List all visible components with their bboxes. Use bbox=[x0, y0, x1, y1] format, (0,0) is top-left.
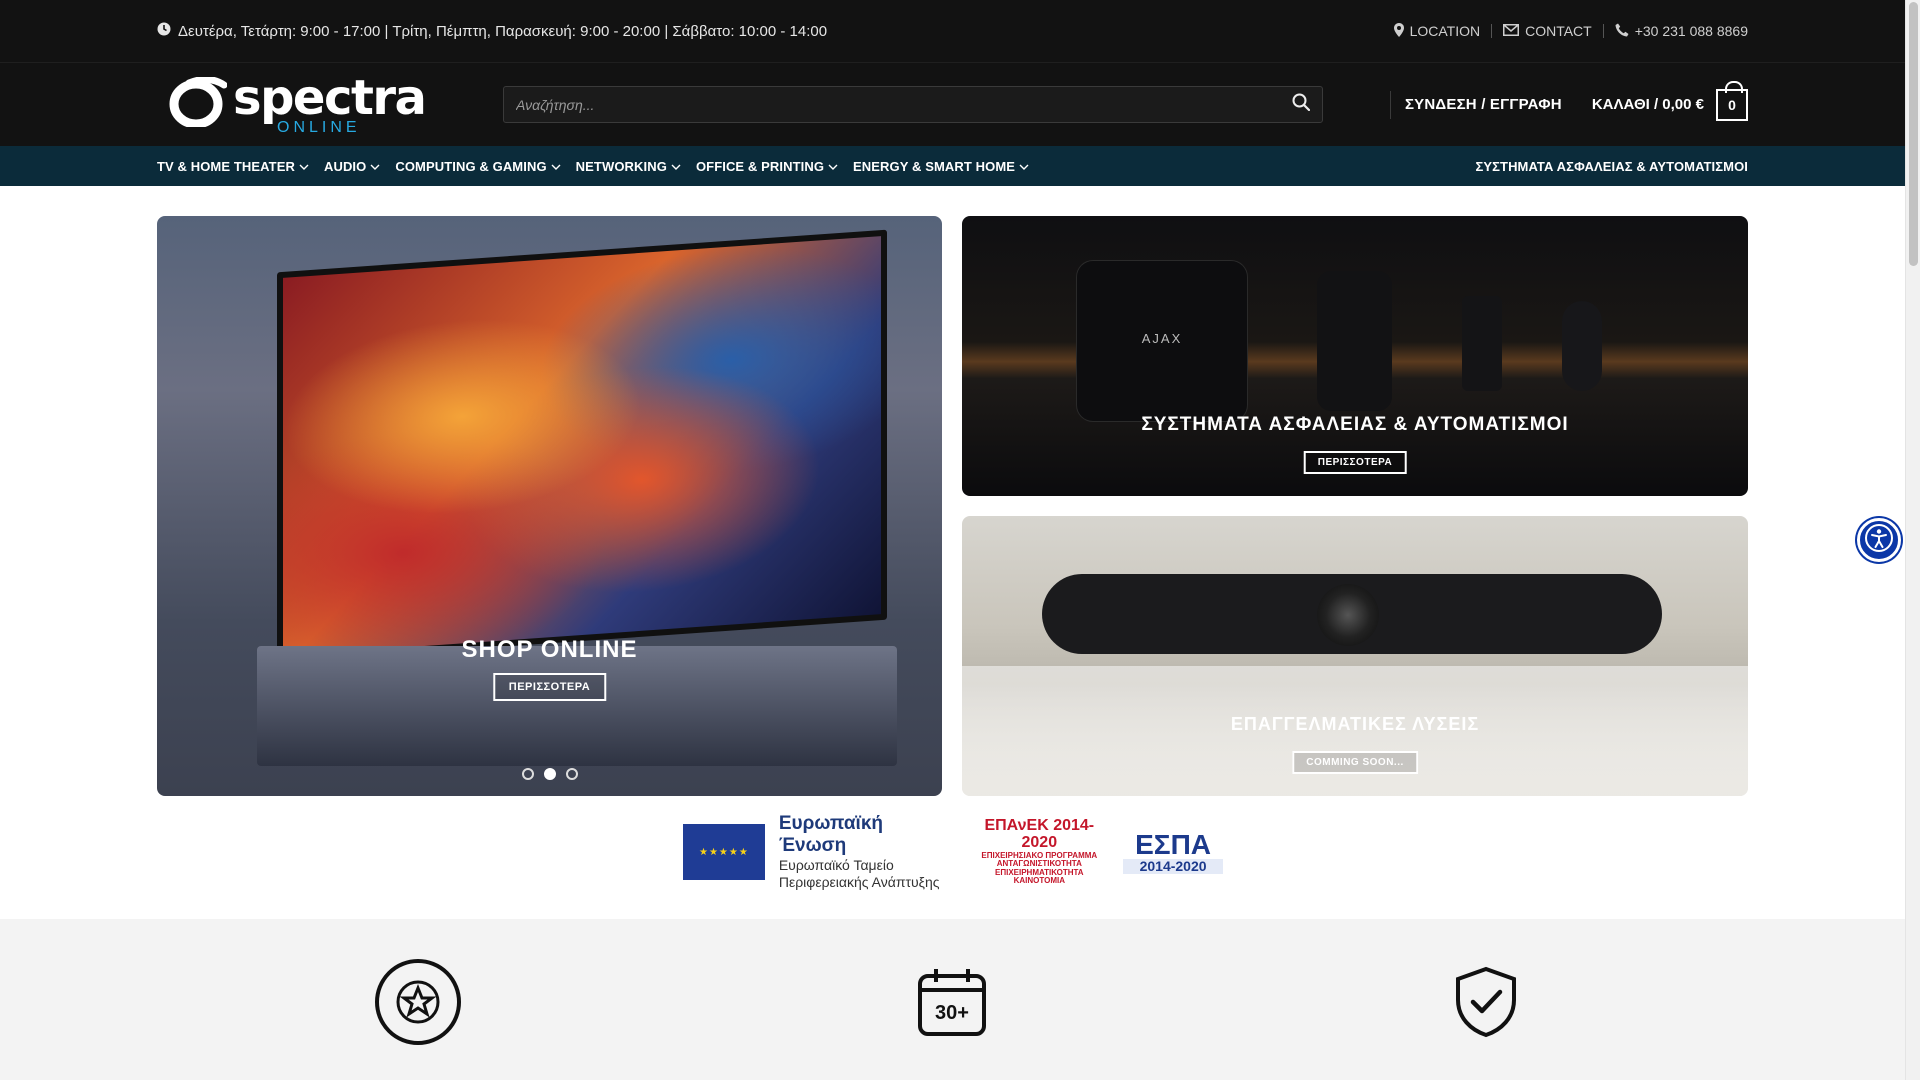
logo-mark-icon bbox=[169, 76, 228, 132]
coming-soon-button[interactable]: COMMING SOON... bbox=[1292, 751, 1418, 774]
chevron-down-icon bbox=[828, 159, 838, 174]
espa-title: ΕΣΠΑ bbox=[1135, 828, 1212, 860]
ajax-hub-image: AJAX bbox=[1077, 261, 1247, 421]
cart-total: ΚΑΛΑΘΙ / 0,00 € bbox=[1591, 96, 1704, 113]
tv-stand-image bbox=[257, 646, 897, 766]
top-links: LOCATION CONTACT +30 231 088 8869 bbox=[1383, 22, 1748, 40]
logo-text: spectra bbox=[233, 69, 427, 126]
ajax-brand: AJAX bbox=[1141, 331, 1183, 346]
chevron-down-icon bbox=[551, 159, 561, 174]
motion-camera-image bbox=[1317, 271, 1392, 411]
envelope-icon bbox=[1503, 23, 1520, 39]
hero-title: SHOP ONLINE bbox=[461, 636, 638, 663]
nav-label: TV & HOME THEATER bbox=[157, 158, 295, 174]
nav-label: COMPUTING & GAMING bbox=[395, 158, 547, 174]
header-actions: ΣΥΝΔΕΣΗ / ΕΓΓΡΑΦΗ ΚΑΛΑΘΙ / 0,00 € 0 bbox=[1389, 80, 1748, 121]
star-badge-icon bbox=[373, 957, 463, 1047]
phone-label: +30 231 088 8869 bbox=[1634, 23, 1748, 39]
chevron-down-icon bbox=[1019, 159, 1029, 174]
contact-label: CONTACT bbox=[1525, 23, 1592, 39]
chevron-down-icon bbox=[370, 159, 380, 174]
nav-item-office-printing[interactable]: OFFICE & PRINTING bbox=[696, 159, 838, 174]
eu-line: Ευρωπαϊκό Ταμείο bbox=[778, 857, 894, 874]
nav-item-energy-smart-home[interactable]: ENERGY & SMART HOME bbox=[853, 159, 1029, 174]
button-device-image bbox=[1562, 301, 1602, 391]
search-input[interactable] bbox=[516, 96, 1216, 113]
logo-subtext: ONLINE bbox=[277, 118, 361, 136]
calendar-icon: 30+ bbox=[907, 957, 997, 1047]
nav-item-audio[interactable]: AUDIO bbox=[324, 159, 380, 174]
page: Δευτέρα, Τετάρτη: 9:00 - 17:00 | Τρίτη, … bbox=[0, 0, 1905, 1080]
nav-label: NETWORKING bbox=[575, 158, 667, 174]
accessibility-icon bbox=[1864, 523, 1894, 558]
hero-slider[interactable]: SHOP ONLINE ΠΕΡΙΣΣΟΤΕΡΑ bbox=[157, 216, 942, 796]
phone-icon bbox=[1615, 23, 1629, 40]
cart-link[interactable]: ΚΑΛΑΘΙ / 0,00 € 0 bbox=[1591, 80, 1748, 121]
business-banner[interactable]: ΕΠΑΓΓΕΛΜΑΤΙΚΕΣ ΛΥΣΕΙΣ COMMING SOON... bbox=[962, 516, 1748, 796]
door-sensor-image bbox=[1462, 296, 1502, 391]
main-nav: TV & HOME THEATER AUDIO COMPUTING & GAMI… bbox=[0, 146, 1905, 186]
site-header: spectra ONLINE ΣΥΝΔΕΣΗ / ΕΓΓΡΑΦΗ ΚΑΛΑΘΙ … bbox=[0, 62, 1905, 146]
epanek-logo: ΕΠΑνΕΚ 2014-2020 ΕΠΙΧΕΙΡΗΣΙΑΚΟ ΠΡΟΓΡΑΜΜΑ… bbox=[969, 818, 1109, 885]
hero-more-button[interactable]: ΠΕΡΙΣΣΟΤΕΡΑ bbox=[492, 673, 607, 701]
divider bbox=[1389, 90, 1391, 119]
scrollbar-thumb[interactable] bbox=[1909, 2, 1918, 266]
chevron-down-icon bbox=[671, 159, 681, 174]
nav-item-networking[interactable]: NETWORKING bbox=[576, 159, 681, 174]
espa-logo: ΕΣΠΑ 2014-2020 bbox=[1123, 828, 1223, 875]
logo-wordmark: spectra ONLINE bbox=[233, 69, 427, 136]
nav-label: OFFICE & PRINTING bbox=[695, 158, 825, 174]
nav-item-tv-home-theater[interactable]: TV & HOME THEATER bbox=[157, 159, 309, 174]
login-register-link[interactable]: ΣΥΝΔΕΣΗ / ΕΓΓΡΑΦΗ bbox=[1405, 96, 1562, 113]
espa-years: 2014-2020 bbox=[1123, 859, 1223, 875]
nav-label: AUDIO bbox=[323, 158, 367, 174]
slider-dot-active[interactable] bbox=[543, 768, 556, 780]
search-bar bbox=[503, 86, 1323, 123]
opening-hours: Δευτέρα, Τετάρτη: 9:00 - 17:00 | Τρίτη, … bbox=[157, 22, 827, 40]
cart-count: 0 bbox=[1728, 96, 1736, 113]
slider-dot[interactable] bbox=[565, 768, 578, 780]
years-badge: 30+ bbox=[935, 1002, 969, 1024]
location-link[interactable]: LOCATION bbox=[1383, 22, 1492, 40]
security-banner[interactable]: AJAX ΣΥΣΤΗΜΑΤΑ ΑΣΦΑΛΕΙΑΣ & ΑΥΤΟΜΑΤΙΣΜΟΙ … bbox=[962, 216, 1748, 496]
epanek-line: ΚΑΙΝΟΤΟΜΙΑ bbox=[1013, 876, 1065, 886]
site-logo[interactable]: spectra ONLINE bbox=[157, 74, 507, 136]
business-title: ΕΠΑΓΓΕΛΜΑΤΙΚΕΣ ΛΥΣΕΙΣ bbox=[1230, 714, 1480, 734]
eu-text: Ευρωπαϊκή Ένωση Ευρωπαϊκό Ταμείο Περιφερ… bbox=[779, 813, 956, 891]
features-section: 30+ bbox=[0, 919, 1905, 1080]
location-label: LOCATION bbox=[1409, 23, 1481, 39]
funding-logos: ★★★★★ Ευρωπαϊκή Ένωση Ευρωπαϊκό Ταμείο Π… bbox=[683, 813, 1223, 890]
slider-dots bbox=[157, 768, 942, 780]
nav-item-security-automation[interactable]: ΣΥΣΤΗΜΑΤΑ ΑΣΦΑΛΕΙΑΣ & ΑΥΤΟΜΑΤΙΣΜΟΙ bbox=[1475, 159, 1748, 174]
map-pin-icon bbox=[1393, 22, 1404, 40]
security-title: ΣΥΣΤΗΜΑΤΑ ΑΣΦΑΛΕΙΑΣ & ΑΥΤΟΜΑΤΙΣΜΟΙ bbox=[1141, 414, 1569, 435]
epanek-title: ΕΠΑνΕΚ 2014-2020 bbox=[984, 817, 1095, 852]
security-more-button[interactable]: ΠΕΡΙΣΣΟΤΕΡΑ bbox=[1303, 451, 1407, 474]
top-bar: Δευτέρα, Τετάρτη: 9:00 - 17:00 | Τρίτη, … bbox=[0, 0, 1905, 62]
scrollbar[interactable] bbox=[1905, 0, 1920, 1080]
accessibility-button[interactable] bbox=[1857, 518, 1901, 562]
nav-label: ENERGY & SMART HOME bbox=[853, 158, 1016, 174]
eu-title: Ευρωπαϊκή Ένωση bbox=[778, 813, 884, 857]
contact-link[interactable]: CONTACT bbox=[1492, 23, 1603, 39]
opening-hours-text: Δευτέρα, Τετάρτη: 9:00 - 17:00 | Τρίτη, … bbox=[178, 22, 828, 40]
search-icon[interactable] bbox=[1292, 93, 1311, 116]
nav-item-computing-gaming[interactable]: COMPUTING & GAMING bbox=[395, 158, 561, 174]
chevron-down-icon bbox=[299, 159, 309, 174]
eu-line: Περιφερειακής Ανάπτυξης bbox=[778, 874, 940, 890]
hero-banners: SHOP ONLINE ΠΕΡΙΣΣΟΤΕΡΑ AJAX ΣΥΣΤΗΜΑΤΑ Α… bbox=[157, 216, 1748, 796]
clock-icon bbox=[157, 22, 171, 40]
eu-flag-icon: ★★★★★ bbox=[683, 824, 765, 880]
camera-lens bbox=[1317, 584, 1379, 646]
phone-link[interactable]: +30 231 088 8869 bbox=[1604, 23, 1748, 40]
slider-dot[interactable] bbox=[521, 768, 534, 780]
tv-image bbox=[277, 229, 887, 663]
shield-check-icon bbox=[1441, 957, 1531, 1047]
tv-screen bbox=[283, 236, 881, 656]
cart-bag-icon: 0 bbox=[1716, 80, 1748, 121]
